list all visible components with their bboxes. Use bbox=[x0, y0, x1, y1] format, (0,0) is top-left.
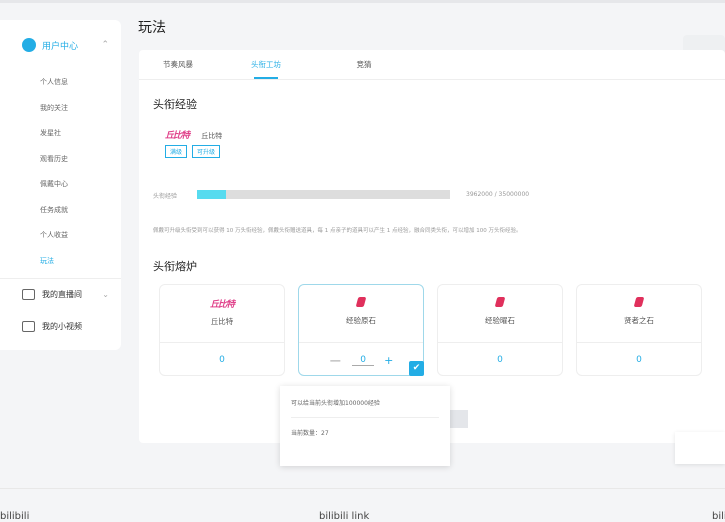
sidebar-user-center[interactable]: 用户中心 ⌃ bbox=[0, 20, 121, 70]
tv-icon bbox=[22, 289, 35, 300]
furnace-card[interactable]: 贤者之石 0 bbox=[576, 284, 702, 376]
exp-heading: 头衔经验 bbox=[153, 98, 197, 111]
badge: 满级 bbox=[165, 145, 188, 158]
furnace-heading: 头衔熔炉 bbox=[153, 260, 197, 273]
furnace-card[interactable]: 丘比特 丘比特 0 bbox=[159, 284, 285, 376]
footer-link[interactable]: bilibili link bbox=[319, 511, 369, 522]
gem-icon bbox=[355, 297, 367, 307]
sidebar-item[interactable]: 观看历史 bbox=[0, 147, 121, 173]
card-name: 经验原石 bbox=[346, 316, 376, 325]
card-name: 经验曜石 bbox=[485, 316, 515, 325]
item-tooltip: 可以给当前头衔增加100000经验 当前数量：27 bbox=[280, 386, 450, 466]
sidebar-my-videos[interactable]: 我的小视频 bbox=[0, 310, 121, 342]
furnace-card[interactable]: 经验曜石 0 bbox=[437, 284, 563, 376]
sidebar-item[interactable]: 个人信息 bbox=[0, 70, 121, 96]
chevron-down-icon: ⌄ bbox=[102, 290, 109, 299]
gem-icon bbox=[494, 297, 506, 307]
furnace-card-selected[interactable]: 经验原石 −0 + ✔ bbox=[298, 284, 424, 376]
exp-progress-fill bbox=[197, 190, 226, 199]
tooltip-count: 当前数量：27 bbox=[291, 430, 329, 437]
card-value: 0 bbox=[219, 355, 225, 365]
main-panel: 节奏风暴 头衔工坊 竞猜 头衔经验 丘比特 丘比特 满级 可升级 头衔经验 396… bbox=[139, 50, 725, 443]
sidebar: 用户中心 ⌃ 个人信息 我的关注 发星社 观看历史 佩戴中心 任务成就 个人收益 … bbox=[0, 20, 121, 350]
top-divider bbox=[0, 0, 725, 3]
title-logo: 丘比特 bbox=[165, 131, 190, 141]
sidebar-item[interactable]: 我的关注 bbox=[0, 96, 121, 122]
submit-button[interactable] bbox=[450, 410, 468, 428]
page-title: 玩法 bbox=[138, 20, 166, 36]
title-logo: 丘比特 bbox=[209, 300, 235, 310]
exp-bar-label: 头衔经验 bbox=[153, 193, 178, 200]
card-name: 贤者之石 bbox=[624, 316, 654, 325]
sidebar-header-label: 用户中心 bbox=[42, 41, 79, 52]
sidebar-item[interactable]: 发星社 bbox=[0, 121, 121, 147]
floating-panel bbox=[675, 432, 725, 464]
exp-progress-text: 3962000 / 35000000 bbox=[466, 191, 530, 198]
tooltip-description: 可以给当前头衔增加100000经验 bbox=[291, 386, 439, 418]
footer-left[interactable]: bilibili bbox=[0, 511, 29, 522]
quantity-stepper[interactable]: −0 + bbox=[299, 343, 423, 377]
increment-button[interactable]: + bbox=[384, 354, 393, 367]
checkmark-icon: ✔ bbox=[409, 361, 424, 376]
exp-progress-bar bbox=[197, 190, 450, 199]
card-value: 0 bbox=[636, 355, 642, 365]
section-label: 我的小视频 bbox=[42, 321, 82, 331]
tab-title-workshop[interactable]: 头衔工坊 bbox=[217, 50, 315, 79]
decrement-button[interactable]: − bbox=[329, 351, 342, 370]
gem-icon bbox=[633, 297, 645, 307]
sidebar-item[interactable]: 佩戴中心 bbox=[0, 172, 121, 198]
chevron-up-icon: ⌃ bbox=[101, 40, 109, 50]
user-avatar-icon bbox=[22, 38, 36, 52]
footer-right[interactable]: bili bbox=[712, 511, 725, 522]
sidebar-item[interactable]: 个人收益 bbox=[0, 223, 121, 249]
footer: bilibili bilibili link bili bbox=[0, 488, 725, 522]
exp-description: 佩戴可升级头衔受到可以获得 10 万头衔经验，佩戴头衔赠送道具，每 1 点亲子的… bbox=[153, 228, 522, 234]
sidebar-item[interactable]: 任务成就 bbox=[0, 198, 121, 224]
quantity-input[interactable]: 0 bbox=[352, 355, 375, 366]
card-value: 0 bbox=[497, 355, 503, 365]
sidebar-my-live-room[interactable]: 我的直播间 ⌄ bbox=[0, 278, 121, 310]
tab-rhythm-storm[interactable]: 节奏风暴 bbox=[139, 50, 217, 79]
video-icon bbox=[22, 320, 35, 332]
title-name: 丘比特 bbox=[201, 132, 223, 140]
card-name: 丘比特 bbox=[210, 317, 234, 326]
sidebar-item-active[interactable]: 玩法 bbox=[0, 249, 121, 275]
section-label: 我的直播间 bbox=[42, 290, 82, 299]
badge: 可升级 bbox=[192, 145, 221, 158]
tab-guess[interactable]: 竞猜 bbox=[315, 50, 413, 79]
